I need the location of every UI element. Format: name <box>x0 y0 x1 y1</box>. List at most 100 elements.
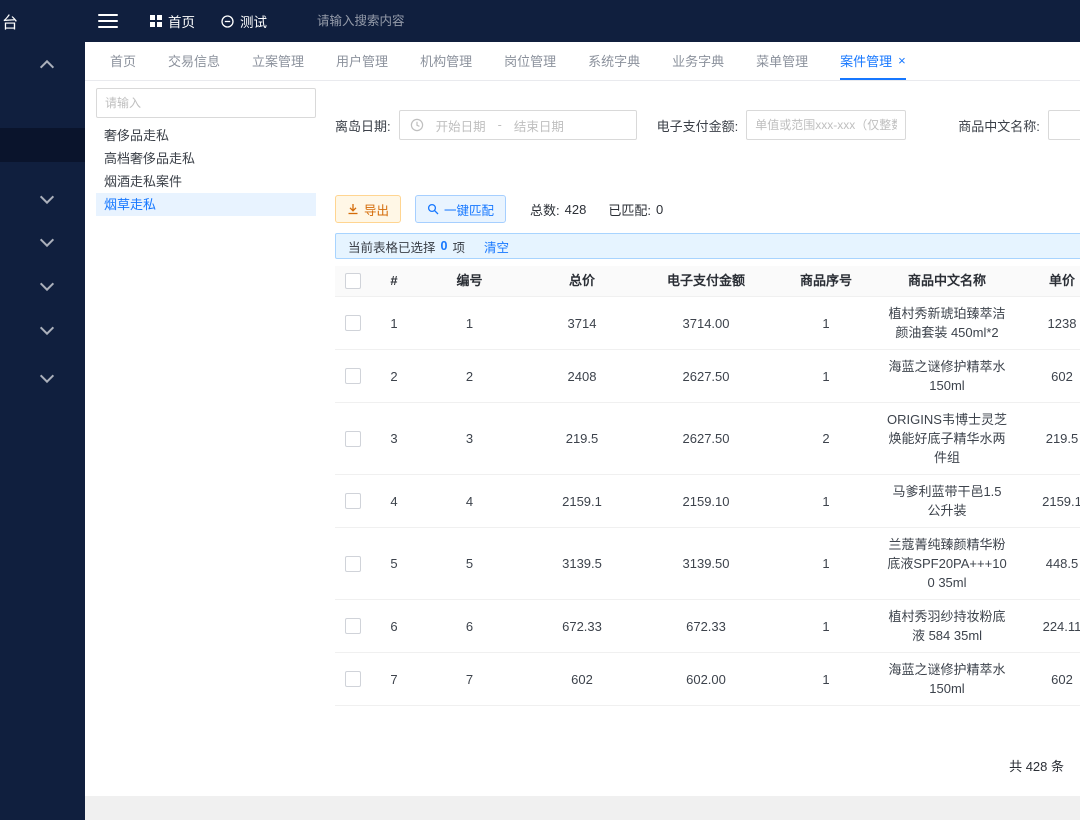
table-row: 6 6 672.33 672.33 1 植村秀羽纱持妆粉底液 584 35ml … <box>335 600 1080 653</box>
topbar: 台 首页 测试 <box>0 0 1080 42</box>
case-search-input[interactable] <box>96 88 316 118</box>
matched-label: 已匹配: <box>608 200 651 219</box>
product-name-input[interactable] <box>1048 110 1080 140</box>
product-name: 马爹利蓝带干邑1.5公升装 <box>882 475 1012 527</box>
selection-prefix: 当前表格已选择 <box>348 237 436 256</box>
tab-system-dict[interactable]: 系统字典 <box>588 42 640 80</box>
product-table: # 编号 总价 电子支付金额 商品序号 商品中文名称 单价 1 1 3714 3… <box>335 266 1080 712</box>
table-row: 3 3 219.5 2627.50 2 ORIGINS韦博士灵芝焕能好底子精华水… <box>335 403 1080 475</box>
row-checkbox[interactable] <box>345 493 361 509</box>
tab-transaction-info[interactable]: 交易信息 <box>168 42 220 80</box>
column-header: 电子支付金额 <box>642 266 770 296</box>
tab-business-dict[interactable]: 业务字典 <box>672 42 724 80</box>
column-header: 总价 <box>522 266 642 296</box>
close-icon[interactable]: × <box>898 54 906 67</box>
product-name: 植村秀羽纱持妆粉底液 584 35ml <box>882 600 1012 652</box>
case-item-tobacco[interactable]: 烟草走私 <box>96 193 316 216</box>
tab-case-management[interactable]: 案件管理 × <box>840 42 906 80</box>
clock-icon <box>410 118 424 132</box>
sidebar <box>0 42 85 820</box>
total-label: 总数: <box>530 200 560 219</box>
case-item-tobacco-alcohol[interactable]: 烟酒走私案件 <box>96 170 316 193</box>
amount-label: 电子支付金额: <box>657 116 739 135</box>
tabbar: 首页 交易信息 立案管理 用户管理 机构管理 岗位管理 系统字典 业务字典 菜单… <box>85 42 1080 81</box>
date-start-placeholder: 开始日期 <box>436 116 486 135</box>
date-separator: - <box>498 118 502 132</box>
product-name: 植村秀新琥珀臻萃洁颜油套装 450ml*2 <box>882 297 1012 349</box>
global-search-input[interactable] <box>315 13 499 29</box>
select-all-checkbox[interactable] <box>345 273 361 289</box>
match-button[interactable]: 一键匹配 <box>415 195 506 223</box>
case-item-luxury[interactable]: 奢侈品走私 <box>96 124 316 147</box>
table-row: 2 2 2408 2627.50 1 海蓝之谜修护精萃水 150ml 602 <box>335 350 1080 403</box>
product-name-label: 商品中文名称: <box>958 116 1040 135</box>
tab-home[interactable]: 首页 <box>110 42 136 80</box>
date-label: 离岛日期: <box>335 116 391 135</box>
case-type-panel: 奢侈品走私 高档奢侈品走私 烟酒走私案件 烟草走私 <box>96 88 316 216</box>
screen: 台 首页 测试 <box>0 0 1080 820</box>
table-row: 5 5 3139.5 3139.50 1 兰蔻菁纯臻颜精华粉底液SPF20PA+… <box>335 528 1080 600</box>
table-row: 1 1 3714 3714.00 1 植村秀新琥珀臻萃洁颜油套装 450ml*2… <box>335 297 1080 350</box>
tab-post-management[interactable]: 岗位管理 <box>504 42 556 80</box>
table-row: 7 7 602 602.00 1 海蓝之谜修护精萃水 150ml 602 <box>335 653 1080 706</box>
column-header: 单价 <box>1012 266 1080 296</box>
download-icon <box>347 203 359 215</box>
tab-menu-management[interactable]: 菜单管理 <box>756 42 808 80</box>
selection-bar: 当前表格已选择 0 项 清空 <box>335 233 1080 259</box>
export-button[interactable]: 导出 <box>335 195 401 223</box>
case-type-list: 奢侈品走私 高档奢侈品走私 烟酒走私案件 烟草走私 <box>96 124 316 216</box>
clear-selection-link[interactable]: 清空 <box>484 237 509 256</box>
row-checkbox[interactable] <box>345 368 361 384</box>
matched-value: 0 <box>656 202 663 217</box>
match-stats: 总数: 428 已匹配: 0 <box>530 200 663 219</box>
row-checkbox[interactable] <box>345 671 361 687</box>
circle-minus-icon <box>221 15 234 28</box>
bottom-strip <box>85 796 1080 820</box>
tab-case-filing[interactable]: 立案管理 <box>252 42 304 80</box>
row-checkbox[interactable] <box>345 431 361 447</box>
case-item-highend-luxury[interactable]: 高档奢侈品走私 <box>96 147 316 170</box>
total-value: 428 <box>565 202 587 217</box>
date-range-picker[interactable]: 开始日期 - 结束日期 <box>399 110 637 140</box>
chevron-up-icon[interactable] <box>40 60 54 74</box>
product-name: 海蓝之谜修护精萃水 150ml <box>882 350 1012 402</box>
selection-count: 0 <box>441 239 448 253</box>
table-row: 4 4 2159.1 2159.10 1 马爹利蓝带干邑1.5公升装 2159.… <box>335 475 1080 528</box>
column-header: 商品中文名称 <box>882 266 1012 296</box>
chevron-down-icon[interactable] <box>40 321 54 335</box>
filter-row: 离岛日期: 开始日期 - 结束日期 电子支付金额: 商品中文名称: <box>335 110 1080 140</box>
table-row-partial: 卡诗菁纯亮泽经典香氛 <box>335 706 1080 712</box>
topnav-home[interactable]: 首页 <box>150 11 195 31</box>
tab-user-management[interactable]: 用户管理 <box>336 42 388 80</box>
product-name: 卡诗菁纯亮泽经典香氛 <box>882 706 1012 712</box>
pagination-total: 共 428 条 <box>1009 756 1064 775</box>
toolbar: 导出 一键匹配 总数: 428 已匹配: 0 <box>335 195 663 223</box>
amount-input[interactable] <box>746 110 906 140</box>
product-name: 海蓝之谜修护精萃水 150ml <box>882 653 1012 705</box>
row-checkbox[interactable] <box>345 556 361 572</box>
topnav-home-label: 首页 <box>168 11 195 31</box>
product-name: 兰蔻菁纯臻颜精华粉底液SPF20PA+++100 35ml <box>882 528 1012 599</box>
sidebar-active-item[interactable] <box>0 128 85 162</box>
date-end-placeholder: 结束日期 <box>514 116 564 135</box>
product-name: ORIGINS韦博士灵芝焕能好底子精华水两件组 <box>882 403 1012 474</box>
topnav-test[interactable]: 测试 <box>221 11 267 31</box>
grid-icon <box>150 15 162 27</box>
column-header: # <box>371 266 417 296</box>
logo-partial: 台 <box>2 0 19 42</box>
column-header: 编号 <box>417 266 522 296</box>
selection-suffix: 项 <box>452 237 465 256</box>
chevron-down-icon[interactable] <box>40 369 54 383</box>
chevron-down-icon[interactable] <box>40 233 54 247</box>
tab-org-management[interactable]: 机构管理 <box>420 42 472 80</box>
row-checkbox[interactable] <box>345 618 361 634</box>
menu-toggle-icon[interactable] <box>98 14 118 28</box>
main-content: 首页 交易信息 立案管理 用户管理 机构管理 岗位管理 系统字典 业务字典 菜单… <box>85 42 1080 820</box>
column-header: 商品序号 <box>770 266 882 296</box>
chevron-down-icon[interactable] <box>40 190 54 204</box>
table-header-row: # 编号 总价 电子支付金额 商品序号 商品中文名称 单价 <box>335 266 1080 297</box>
chevron-down-icon[interactable] <box>40 277 54 291</box>
topnav-test-label: 测试 <box>240 11 267 31</box>
row-checkbox[interactable] <box>345 315 361 331</box>
search-icon <box>427 203 439 215</box>
